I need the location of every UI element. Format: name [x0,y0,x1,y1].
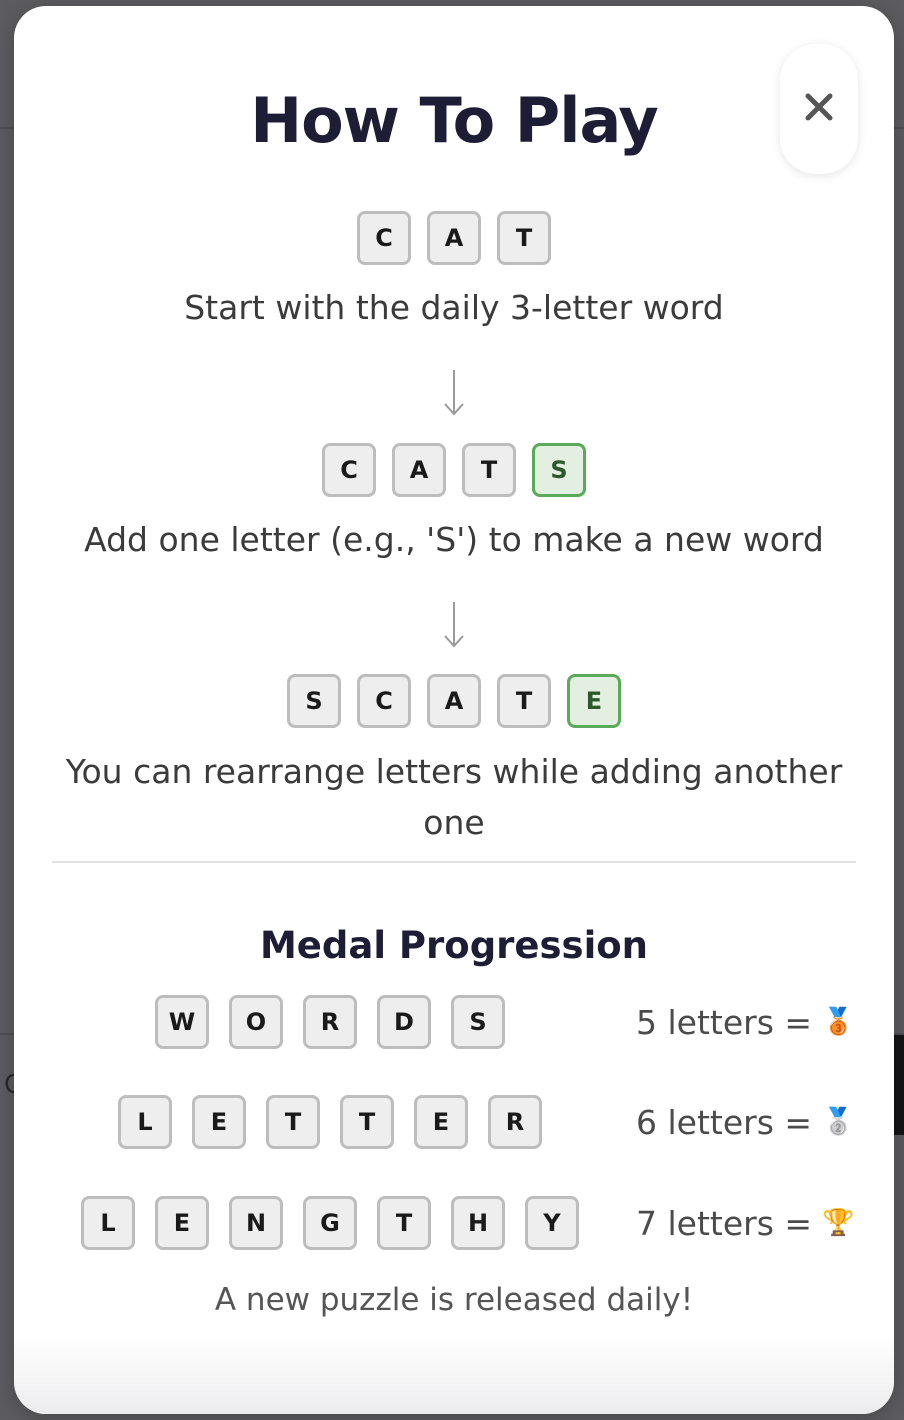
medal-requirement-label: 6 letters = [636,1102,813,1142]
letter-tile: A [427,674,481,728]
letter-tile: C [322,443,376,497]
letter-tile: L [81,1196,135,1250]
medal-progression-title: Medal Progression [259,924,649,967]
letter-tile: N [229,1196,283,1250]
letter-tile: T [497,674,551,728]
letter-tile: R [303,995,357,1049]
close-button[interactable] [780,44,858,174]
modal-title: How To Play [250,84,659,157]
daily-puzzle-note: A new puzzle is released daily! [214,1282,694,1318]
letter-tile: S [451,995,505,1049]
medal-requirement: 5 letters = 🥉 [636,995,854,1049]
letter-tile: E [155,1196,209,1250]
down-arrow-icon [444,370,464,416]
letter-tile: G [303,1196,357,1250]
letter-tile: O [229,995,283,1049]
letter-tile: A [392,443,446,497]
medal-requirement-label: 5 letters = [636,1002,813,1042]
bronze-medal-icon: 🥉 [822,1007,855,1037]
example-word-tiles: SCATE [14,674,894,728]
letter-tile: S [287,674,341,728]
close-icon [805,93,833,121]
letter-tile: C [357,674,411,728]
letter-tile: L [118,1095,172,1149]
down-arrow-icon [444,602,464,648]
medal-word-tiles: LETTER [118,1095,542,1149]
bottom-fade [14,1334,894,1414]
step-caption: Start with the daily 3-letter word [184,288,724,327]
example-word-tiles: CAT [14,211,894,265]
letter-tile: R [488,1095,542,1149]
step-caption: You can rearrange letters while adding a… [65,752,843,842]
letter-tile: T [340,1095,394,1149]
trophy-icon: 🏆 [822,1208,855,1238]
letter-tile: Y [525,1196,579,1250]
letter-tile: D [377,995,431,1049]
letter-tile: T [377,1196,431,1250]
step-caption: Add one letter (e.g., 'S') to make a new… [84,520,824,559]
letter-tile: C [357,211,411,265]
letter-tile: T [462,443,516,497]
medal-requirement: 6 letters = 🥈 [636,1095,854,1149]
letter-tile: E [192,1095,246,1149]
medal-word-tiles: LENGTHY [81,1196,579,1250]
medal-requirement: 7 letters = 🏆 [636,1196,854,1250]
silver-medal-icon: 🥈 [822,1107,855,1137]
section-divider [52,861,856,863]
letter-tile: H [451,1196,505,1250]
letter-tile: A [427,211,481,265]
added-letter-tile: E [567,674,621,728]
letter-tile: E [414,1095,468,1149]
example-word-tiles: CATS [14,443,894,497]
added-letter-tile: S [532,443,586,497]
letter-tile: W [155,995,209,1049]
medal-word-tiles: WORDS [155,995,505,1049]
letter-tile: T [497,211,551,265]
letter-tile: T [266,1095,320,1149]
how-to-play-modal: How To Play CAT Start with the daily 3-l… [14,6,894,1414]
medal-requirement-label: 7 letters = [636,1203,813,1243]
